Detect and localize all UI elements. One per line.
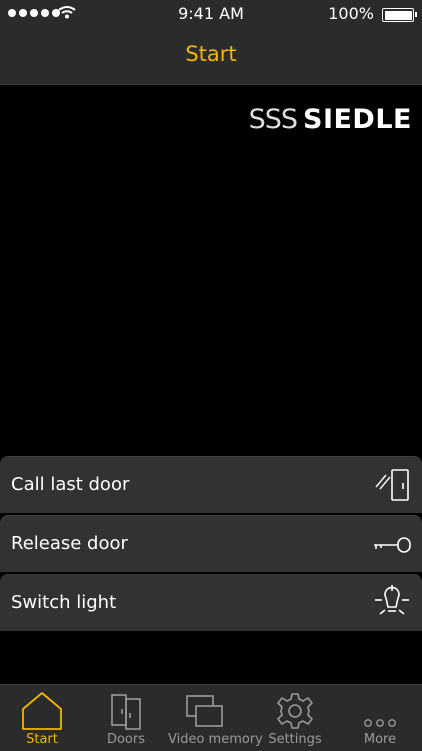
page-title: Start — [185, 42, 237, 66]
call-last-door-button[interactable]: Call last door — [0, 456, 422, 513]
logo-prefix: SSS — [248, 104, 298, 135]
logo-name: SIEDLE — [303, 104, 412, 135]
tab-start-label: Start — [26, 732, 58, 747]
battery-percentage: 100% — [328, 4, 374, 23]
status-bar: 9:41 AM 100% — [0, 0, 422, 28]
release-door-button[interactable]: Release door — [0, 515, 422, 572]
switch-light-button[interactable]: Switch light — [0, 574, 422, 631]
door-call-icon — [375, 469, 409, 501]
tab-more[interactable]: More — [338, 685, 422, 751]
tab-settings-label: Settings — [268, 732, 322, 747]
tab-doors[interactable]: Doors — [84, 685, 168, 751]
light-bulb-icon — [375, 585, 409, 615]
navigation-bar: Start — [0, 28, 422, 85]
tab-video-memory-label: Video memory — [168, 732, 263, 747]
key-icon — [374, 537, 411, 553]
gear-icon — [277, 693, 313, 729]
siedle-logo: SSS SIEDLE — [249, 104, 412, 135]
tab-bar: Start Doors Video memory Settings More — [0, 684, 422, 751]
tab-settings[interactable]: Settings — [252, 685, 338, 751]
tab-doors-label: Doors — [106, 732, 146, 747]
video-memory-icon — [186, 695, 223, 727]
home-icon — [22, 692, 62, 730]
switch-light-label: Switch light — [11, 592, 117, 613]
doors-icon — [111, 694, 141, 730]
more-dots-icon — [364, 719, 396, 727]
release-door-label: Release door — [11, 533, 128, 554]
battery-icon — [382, 8, 417, 22]
tab-more-label: More — [363, 732, 397, 747]
tab-start[interactable]: Start — [0, 685, 84, 751]
call-last-door-label: Call last door — [11, 474, 130, 495]
tab-video-memory[interactable]: Video memory — [168, 685, 263, 751]
